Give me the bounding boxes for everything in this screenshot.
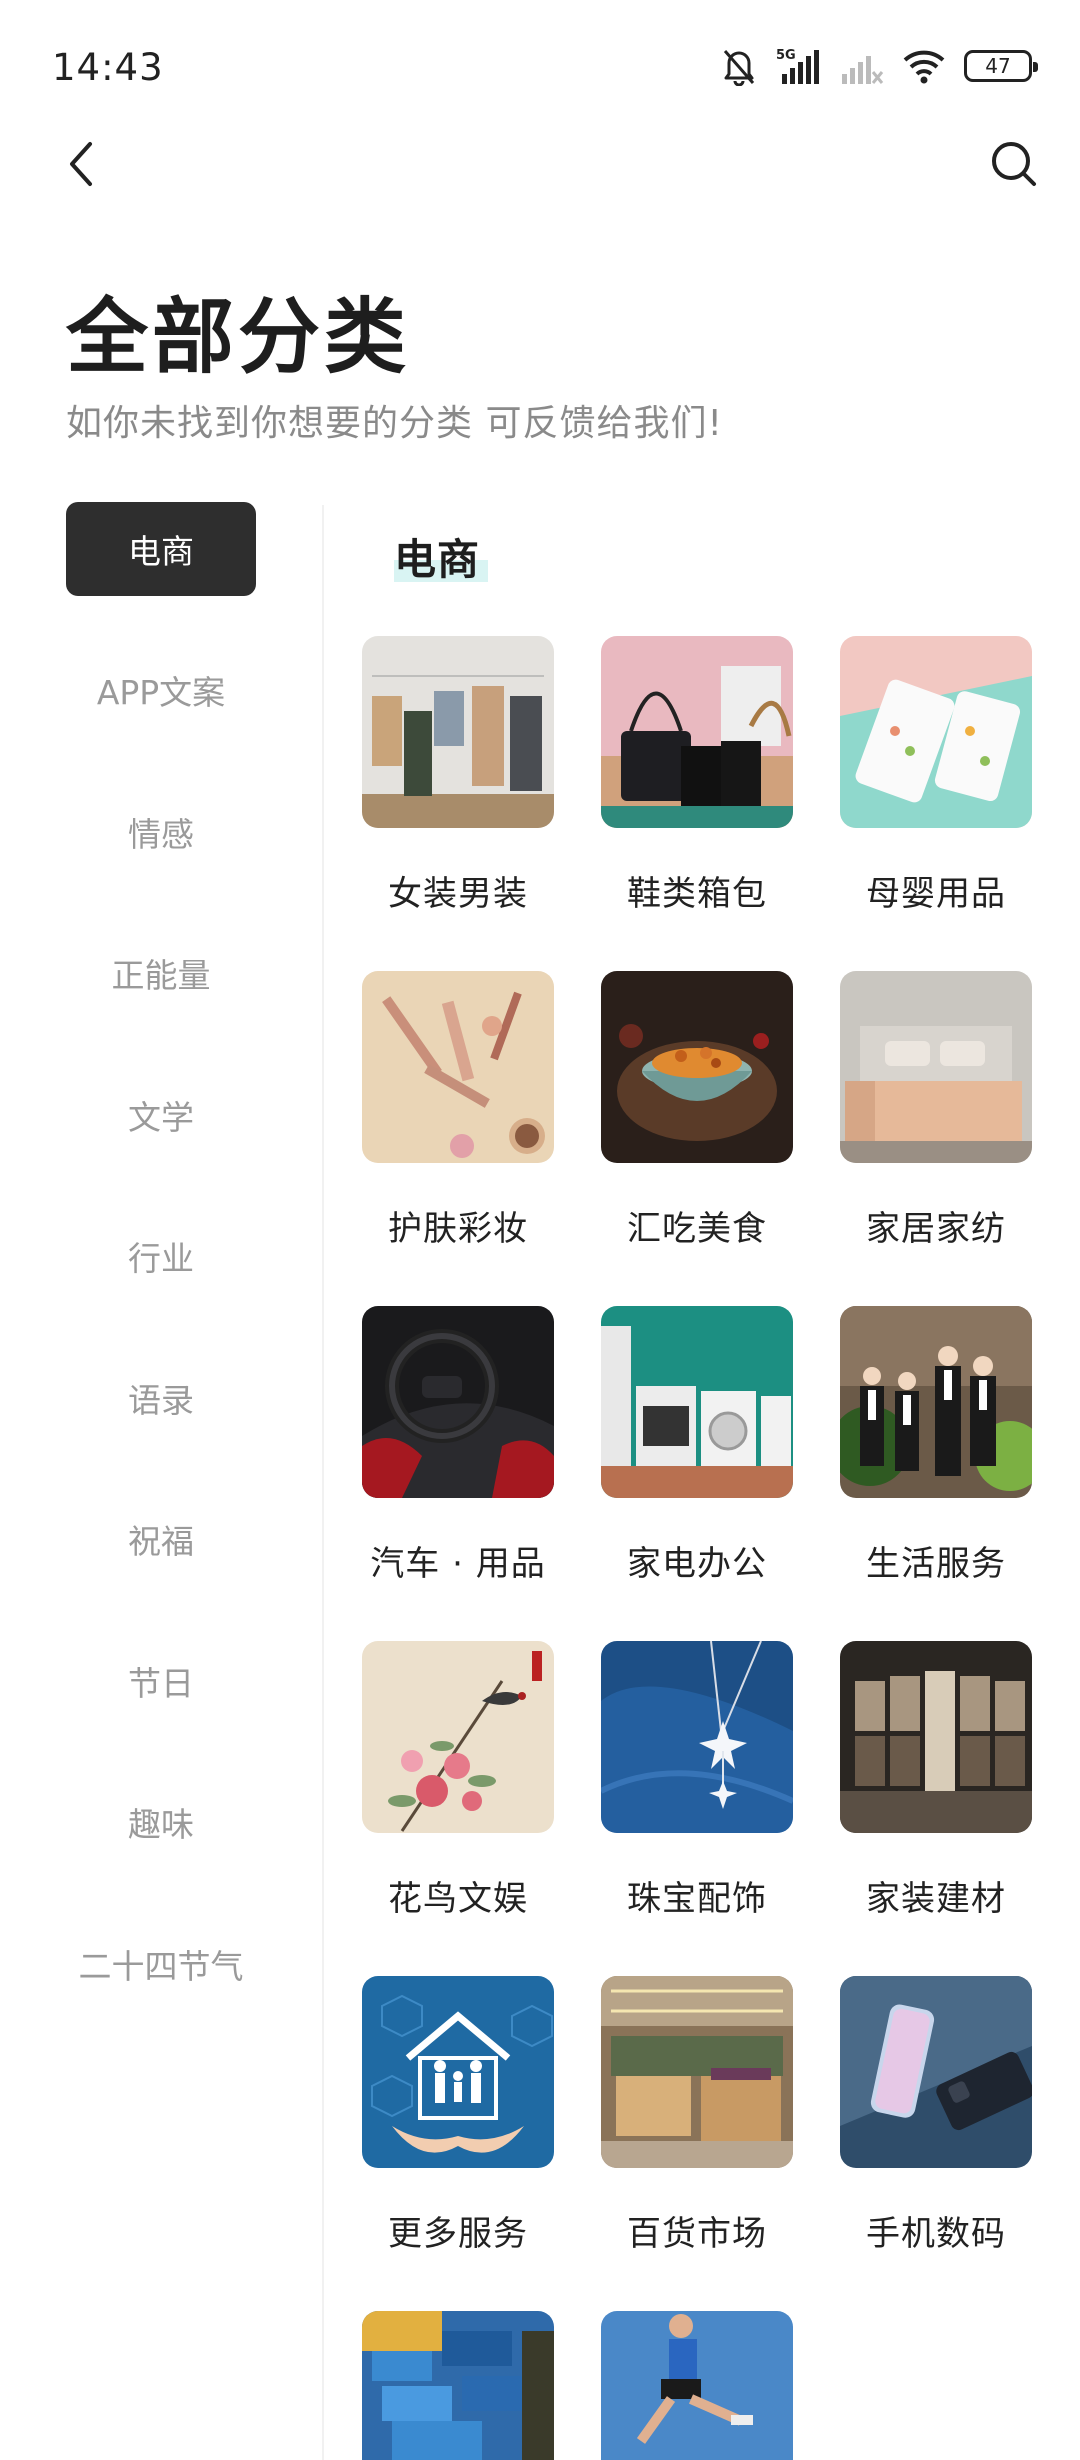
category-home-building[interactable]: 家装建材 <box>840 1641 1032 1919</box>
status-icons: 5G 47 <box>720 44 1038 88</box>
category-more-services[interactable]: 更多服务 <box>362 1976 554 2254</box>
category-image <box>601 1641 793 1833</box>
category-label: 护肤彩妆 <box>388 1209 528 1249</box>
category-label: 家居家纺 <box>866 1209 1006 1249</box>
battery-level: 47 <box>985 54 1011 78</box>
category-label: 家电办公 <box>627 1544 767 1584</box>
category-image <box>362 1306 554 1498</box>
category-item-partial-1[interactable] <box>362 2311 554 2460</box>
category-label: 更多服务 <box>388 2214 528 2254</box>
category-appliances-office[interactable]: 家电办公 <box>601 1306 793 1584</box>
category-home-textiles[interactable]: 家居家纺 <box>840 971 1032 1249</box>
mute-bell-icon <box>720 46 758 86</box>
category-image <box>601 2311 793 2460</box>
sidebar-item-quotes[interactable]: 语录 <box>66 1351 256 1445</box>
category-image <box>601 971 793 1163</box>
sidebar-item-positive-energy[interactable]: 正能量 <box>66 926 256 1020</box>
sidebar-item-app-copy[interactable]: APP文案 <box>66 643 256 737</box>
category-image <box>362 636 554 828</box>
category-label: 生活服务 <box>866 1544 1006 1584</box>
category-label: 花鸟文娱 <box>388 1879 528 1919</box>
category-skincare-makeup[interactable]: 护肤彩妆 <box>362 971 554 1249</box>
sidebar-divider <box>322 505 324 2460</box>
sidebar-item-literature[interactable]: 文学 <box>66 1068 256 1162</box>
page-title: 全部分类 <box>66 290 411 385</box>
category-label: 女装男装 <box>388 874 528 914</box>
signal-weak-icon <box>840 46 884 86</box>
sidebar-item-emotion[interactable]: 情感 <box>66 785 256 879</box>
chevron-left-icon <box>70 142 92 186</box>
category-jewelry[interactable]: 珠宝配饰 <box>601 1641 793 1919</box>
category-image <box>601 1306 793 1498</box>
network-label: 5G <box>776 48 796 63</box>
sidebar-item-solar-terms[interactable]: 二十四节气 <box>66 1917 256 2011</box>
category-women-men-clothing[interactable]: 女装男装 <box>362 636 554 914</box>
section-title: 电商 <box>394 535 481 584</box>
category-label: 百货市场 <box>627 2214 767 2254</box>
sidebar-item-festivals[interactable]: 节日 <box>66 1634 256 1728</box>
search-icon <box>992 142 1036 186</box>
category-label: 手机数码 <box>866 2214 1006 2254</box>
category-label: 家装建材 <box>866 1879 1006 1919</box>
category-baby-products[interactable]: 母婴用品 <box>840 636 1032 914</box>
category-department-store[interactable]: 百货市场 <box>601 1976 793 2254</box>
back-button[interactable] <box>56 134 106 194</box>
search-button[interactable] <box>984 134 1044 194</box>
category-image <box>362 1976 554 2168</box>
category-item-partial-2[interactable] <box>601 2311 793 2460</box>
category-life-services[interactable]: 生活服务 <box>840 1306 1032 1584</box>
category-shoes-bags[interactable]: 鞋类箱包 <box>601 636 793 914</box>
sidebar-item-industry[interactable]: 行业 <box>66 1209 256 1303</box>
category-label: 珠宝配饰 <box>627 1879 767 1919</box>
signal-5g-icon: 5G <box>776 46 822 86</box>
status-bar: 14:43 5G 47 <box>0 0 1080 130</box>
category-food[interactable]: 汇吃美食 <box>601 971 793 1249</box>
category-flowers-birds[interactable]: 花鸟文娱 <box>362 1641 554 1919</box>
status-time: 14:43 <box>52 46 164 89</box>
wifi-icon <box>902 48 946 84</box>
category-image <box>840 971 1032 1163</box>
sidebar-item-blessings[interactable]: 祝福 <box>66 1492 256 1586</box>
category-image <box>601 1976 793 2168</box>
category-image <box>840 1306 1032 1498</box>
category-label: 鞋类箱包 <box>627 874 767 914</box>
category-label: 母婴用品 <box>866 874 1006 914</box>
page-subtitle: 如你未找到你想要的分类 可反馈给我们! <box>66 403 723 444</box>
battery-icon: 47 <box>964 50 1038 82</box>
category-image <box>601 636 793 828</box>
category-auto-accessories[interactable]: 汽车 · 用品 <box>362 1306 554 1584</box>
category-label: 汽车 · 用品 <box>370 1544 546 1584</box>
category-phones-digital[interactable]: 手机数码 <box>840 1976 1032 2254</box>
sidebar-item-fun[interactable]: 趣味 <box>66 1775 256 1869</box>
category-image <box>840 1976 1032 2168</box>
category-image <box>362 2311 554 2460</box>
category-image <box>840 1641 1032 1833</box>
category-image <box>840 636 1032 828</box>
category-image <box>362 971 554 1163</box>
category-label: 汇吃美食 <box>627 1209 767 1249</box>
sidebar-item-ecommerce[interactable]: 电商 <box>66 502 256 596</box>
category-image <box>362 1641 554 1833</box>
